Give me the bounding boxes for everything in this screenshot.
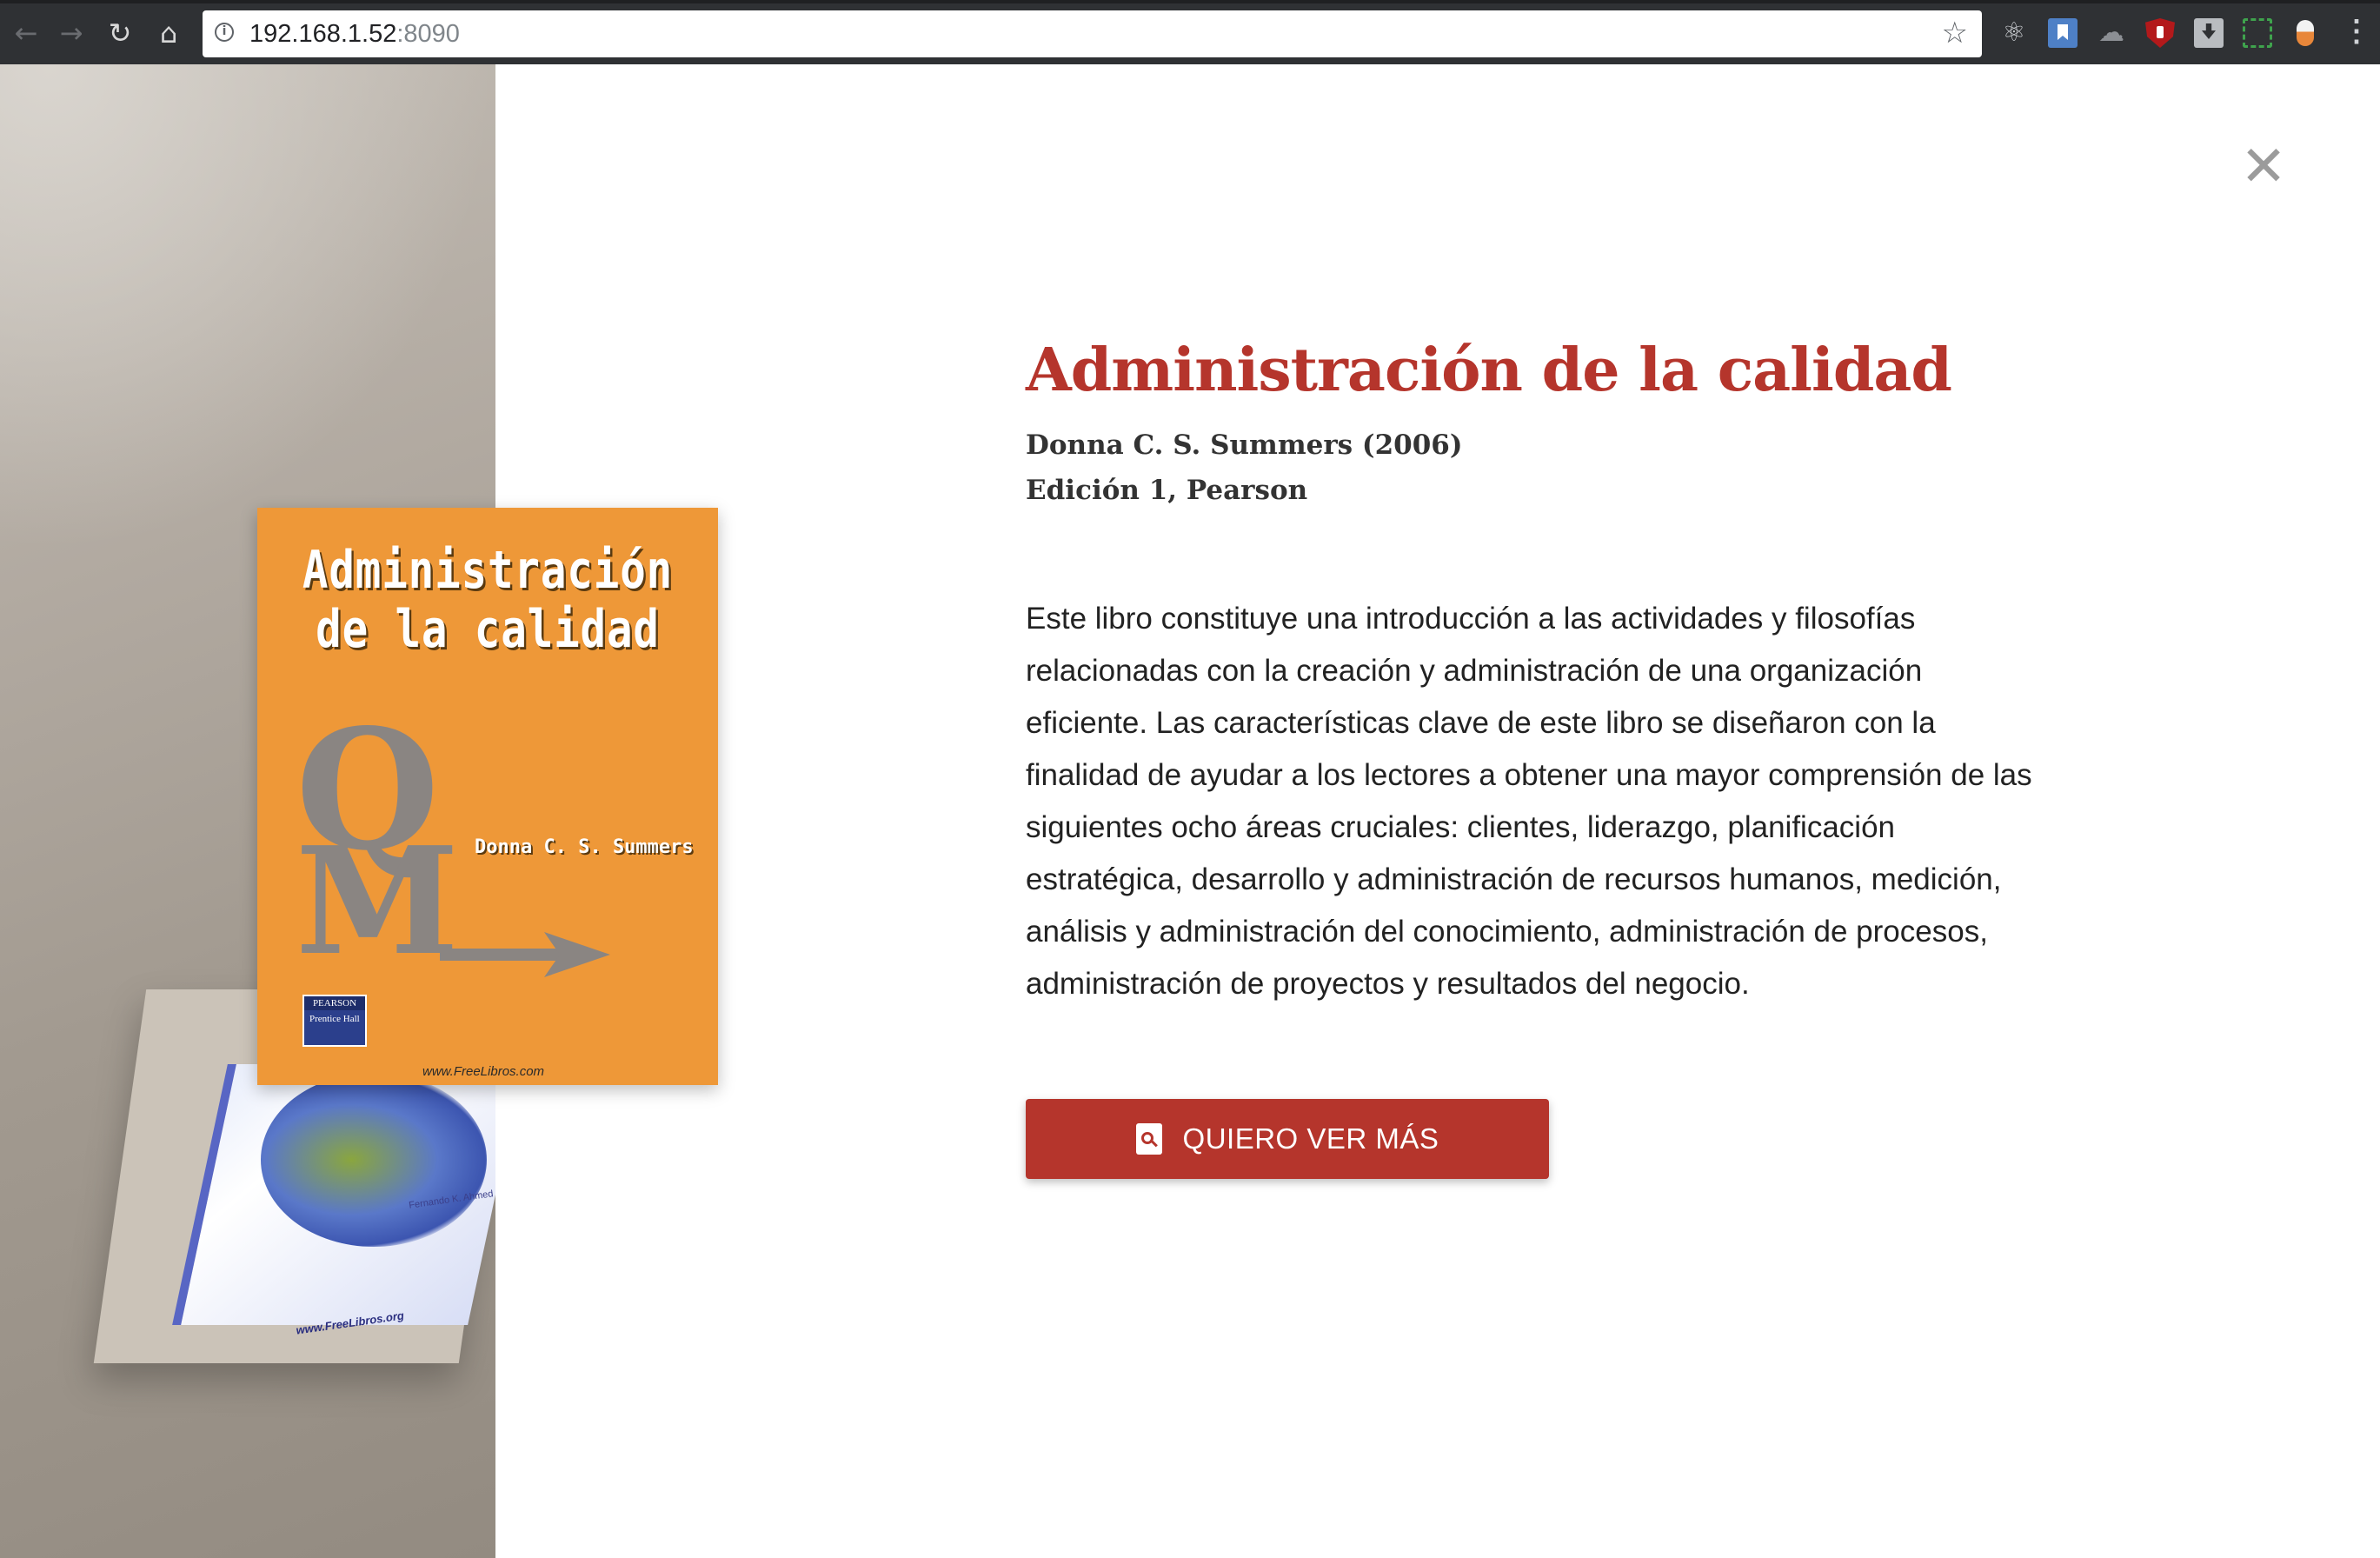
url-text[interactable]: 192.168.1.52:8090 [249, 20, 460, 49]
site-info-icon[interactable]: i [215, 23, 234, 42]
reload-button[interactable]: ↻ [101, 14, 139, 52]
cover-om-logo-m: M [296, 815, 460, 989]
see-more-label: QUIERO VER MÁS [1182, 1122, 1439, 1155]
bookmark-extension-icon[interactable] [2048, 18, 2078, 48]
book-description: Este libro constituye una introducción a… [1026, 602, 2032, 1001]
publisher-name: PEARSON [304, 996, 365, 1010]
forward-arrow-icon: → [59, 17, 83, 50]
url-port: :8090 [396, 20, 460, 48]
cover-title-line1: Administración [302, 540, 674, 601]
book-author-year: Donna C. S. Summers (2006) [1026, 429, 1463, 461]
browser-toolbar: ← → ↻ ⌂ i 192.168.1.52:8090 ☆ ⚛ ☁ ⋮ [0, 0, 2380, 64]
see-more-button[interactable]: QUIERO VER MÁS [1026, 1099, 1549, 1179]
address-bar[interactable]: i 192.168.1.52:8090 ☆ [203, 10, 1982, 57]
cover-title: Administración de la calidad [299, 541, 677, 659]
forward-button[interactable]: → [52, 14, 90, 52]
url-host: 192.168.1.52 [249, 20, 397, 48]
close-button[interactable]: ✕ [2237, 139, 2290, 195]
ublock-shield-icon[interactable] [2145, 18, 2175, 48]
orange-extension-icon[interactable] [2297, 20, 2314, 46]
cover-title-line2: de la calidad [316, 599, 660, 660]
cover-url: www.FreeLibros.com [422, 1064, 545, 1079]
cover-author: Donna C. S. Summers [475, 836, 694, 858]
document-search-icon [1135, 1123, 1162, 1155]
book-title: Administración de la calidad [1026, 336, 1952, 405]
book-edition-publisher: Edición 1, Pearson [1026, 475, 1308, 506]
screenshot-extension-icon[interactable] [2243, 18, 2272, 48]
react-devtools-icon[interactable]: ⚛ [1999, 18, 2029, 48]
cover-publisher-logo: PEARSON Prentice Hall [302, 995, 367, 1047]
home-icon: ⌂ [159, 17, 178, 50]
back-arrow-icon: ← [14, 17, 38, 50]
background-book-hands-image [261, 1073, 487, 1247]
back-button[interactable]: ← [7, 14, 45, 52]
publisher-imprint: Prentice Hall [309, 1014, 360, 1024]
bookmark-star-icon[interactable]: ☆ [1942, 16, 1968, 50]
browser-menu-icon[interactable]: ⋮ [2342, 17, 2371, 48]
close-icon: ✕ [2240, 135, 2287, 199]
download-extension-icon[interactable] [2194, 18, 2224, 48]
book-cover: Administración de la calidad Q M Donna C… [257, 508, 718, 1085]
cloud-extension-icon[interactable]: ☁ [2097, 18, 2126, 48]
reload-icon: ↻ [108, 17, 132, 50]
cover-arrow-icon [440, 932, 610, 977]
wall-light [0, 64, 495, 551]
home-button[interactable]: ⌂ [150, 14, 188, 52]
